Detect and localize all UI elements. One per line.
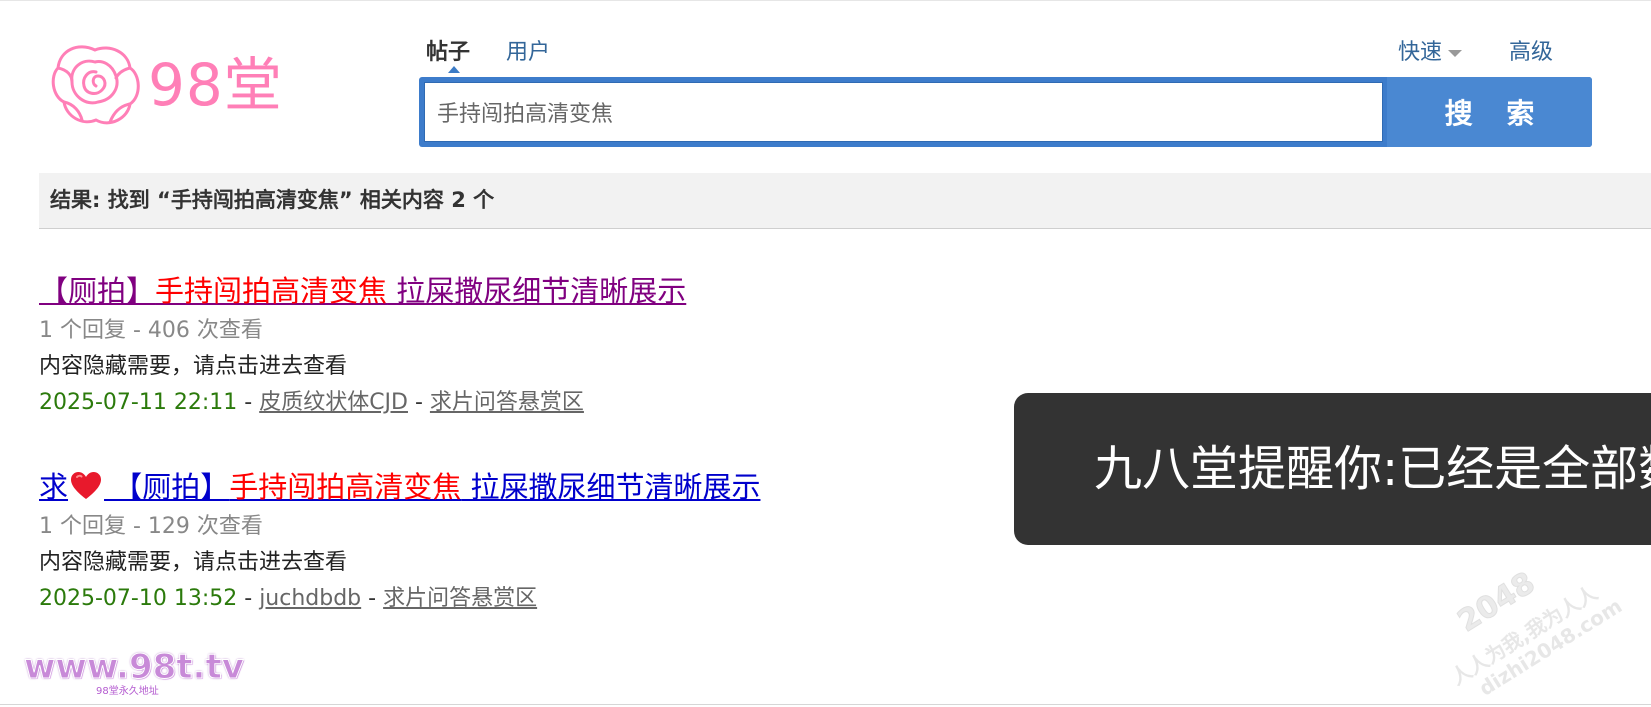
result-description: 内容隐藏需要，请点击进去查看 <box>39 550 348 575</box>
result-description: 内容隐藏需要，请点击进去查看 <box>39 354 348 379</box>
meta-separator: - <box>237 586 260 611</box>
top-divider <box>0 0 1651 1</box>
rose-logo-icon <box>51 45 140 125</box>
result-stats: 1 个回复 - 129 次查看 <box>39 514 263 539</box>
search-button[interactable]: 搜 索 <box>1387 77 1592 147</box>
corner-watermark: 2048 人人为我,我为人人 dizhi2048.com <box>1418 518 1651 707</box>
logo-text: 98堂 <box>148 51 283 119</box>
advanced-search-link[interactable]: 高级 <box>1509 36 1553 70</box>
result-author-link[interactable]: juchdbdb <box>259 586 361 611</box>
result-title-highlight: 手持闯拍高清变焦 <box>155 274 388 308</box>
result-title-highlight: 手持闯拍高清变焦 <box>229 470 462 504</box>
chevron-down-icon <box>1448 49 1463 57</box>
site-logo[interactable]: 98堂 <box>48 40 288 130</box>
meta-separator: - <box>237 390 260 415</box>
site-watermark: www.98t.tv 98堂永久地址 <box>24 645 245 701</box>
search-results-page: 98堂 帖子 用户 快速 高级 搜 索 结果: 找到 “手持闯拍高清变焦” 相关… <box>0 0 1651 707</box>
result-date: 2025-07-10 13:52 <box>39 586 238 611</box>
toast-notification: 九八堂提醒你:已经是全部数 <box>1014 393 1651 545</box>
meta-separator: - <box>361 586 384 611</box>
result-title-suffix: 拉屎撒尿细节清晰展示 <box>387 274 687 308</box>
result-title-suffix: 拉屎撒尿细节清晰展示 <box>461 470 761 504</box>
search-bar: 搜 索 <box>419 77 1592 147</box>
results-summary-bar: 结果: 找到 “手持闯拍高清变焦” 相关内容 2 个 <box>39 173 1651 229</box>
result-title-prefix: 【厕拍】 <box>104 470 230 504</box>
result-forum-link[interactable]: 求片问答悬赏区 <box>383 586 537 611</box>
heart-icon <box>71 472 102 499</box>
result-title-lead: 求 <box>39 470 69 504</box>
quick-search-dropdown[interactable]: 快速 <box>1398 36 1463 70</box>
results-summary-text: 结果: 找到 “手持闯拍高清变焦” 相关内容 2 个 <box>50 188 495 212</box>
site-watermark-sub: 98堂永久地址 <box>96 686 159 697</box>
result-item: 求 【厕拍】手持闯拍高清变焦 拉屎撒尿细节清晰展示 1 个回复 - 129 次查… <box>39 466 1039 617</box>
search-input[interactable] <box>424 82 1383 142</box>
result-forum-link[interactable]: 求片问答悬赏区 <box>430 390 584 415</box>
result-item: 【厕拍】手持闯拍高清变焦 拉屎撒尿细节清晰展示 1 个回复 - 406 次查看 … <box>39 270 1039 421</box>
meta-separator: - <box>407 390 430 415</box>
quick-search-label: 快速 <box>1398 40 1443 65</box>
site-watermark-url: www.98t.tv <box>24 647 245 688</box>
result-date: 2025-07-11 22:11 <box>39 390 238 415</box>
active-tab-caret-icon <box>448 66 460 73</box>
result-title-prefix: 【厕拍】 <box>39 274 156 308</box>
bottom-divider <box>0 704 1651 705</box>
result-author-link[interactable]: 皮质纹状体CJD <box>259 390 408 415</box>
tab-users[interactable]: 用户 <box>506 36 550 70</box>
result-title-link[interactable]: 求 【厕拍】手持闯拍高清变焦 拉屎撒尿细节清晰展示 <box>39 466 1039 508</box>
result-meta: 2025-07-11 22:11 - 皮质纹状体CJD - 求片问答悬赏区 <box>39 385 1039 421</box>
toast-message: 九八堂提醒你:已经是全部数 <box>1094 441 1651 497</box>
result-meta: 2025-07-10 13:52 - juchdbdb - 求片问答悬赏区 <box>39 581 1039 617</box>
result-title-link[interactable]: 【厕拍】手持闯拍高清变焦 拉屎撒尿细节清晰展示 <box>39 270 1039 312</box>
result-stats: 1 个回复 - 406 次查看 <box>39 318 263 343</box>
tab-posts[interactable]: 帖子 <box>426 36 470 70</box>
